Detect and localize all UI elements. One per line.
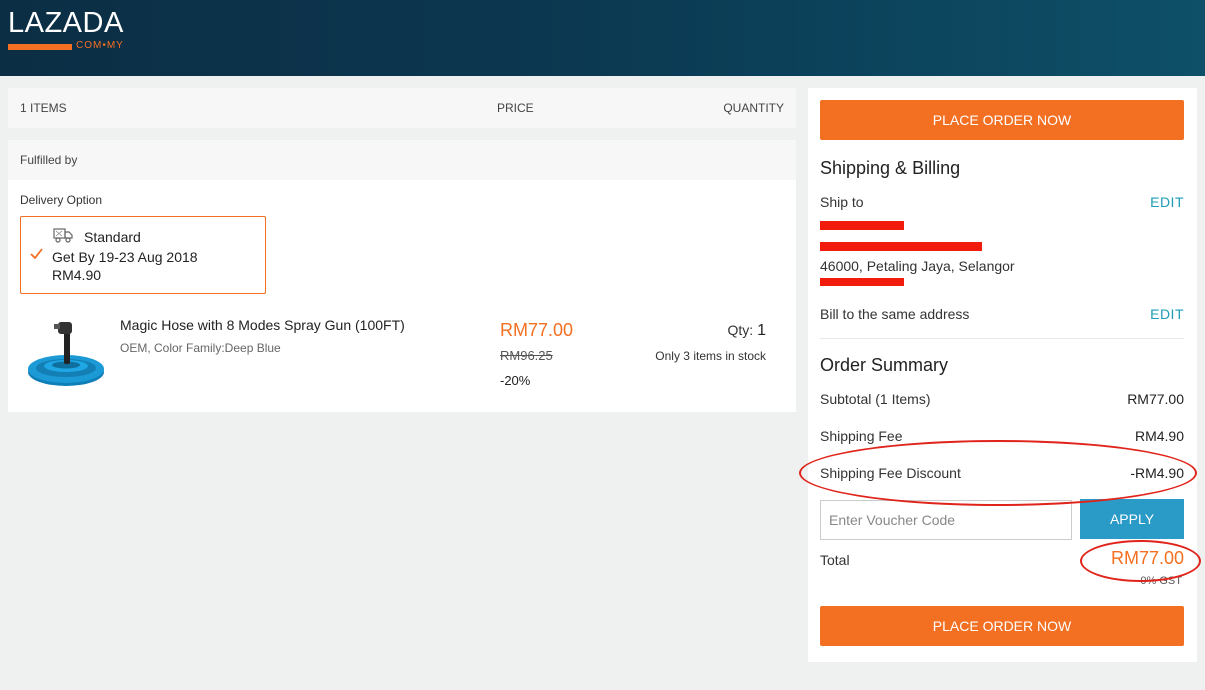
cart-header: 1 ITEMS PRICE QUANTITY (8, 88, 796, 128)
ship-to-label: Ship to (820, 194, 864, 210)
bill-same-address-label: Bill to the same address (820, 306, 970, 322)
redacted-name (820, 221, 904, 230)
order-summary-title: Order Summary (820, 355, 949, 375)
delivery-eta: Get By 19-23 Aug 2018 (52, 249, 198, 265)
quantity-display: Qty: 1 (728, 322, 766, 340)
product-variant: OEM, Color Family:Deep Blue (120, 341, 281, 355)
logo-subline: COM•MY (8, 40, 135, 51)
stock-note: Only 3 items in stock (655, 349, 766, 363)
shipping-fee-label: Shipping Fee (820, 428, 903, 444)
fulfilled-by-bar: Fulfilled by (8, 140, 796, 180)
voucher-code-input[interactable] (820, 500, 1072, 540)
qty-value: 1 (757, 322, 766, 339)
product-discount: -20% (500, 373, 531, 388)
subtotal-label: Subtotal (1 Items) (820, 391, 931, 407)
annotation-circle-total (1080, 540, 1201, 582)
redacted-phone (820, 278, 904, 286)
shipping-billing-title: Shipping & Billing (820, 158, 961, 178)
delivery-price: RM4.90 (52, 267, 102, 283)
qty-label: Qty: (727, 322, 754, 338)
product-original-price: RM96.25 (500, 348, 553, 363)
check-icon (30, 248, 43, 259)
top-bar: LAZADA COM•MY (0, 0, 1205, 76)
edit-billing-link[interactable]: EDIT (1150, 306, 1184, 322)
product-price: RM77.00 (500, 320, 574, 340)
subtotal-value: RM77.00 (1127, 391, 1184, 407)
fulfilled-by-label: Fulfilled by (20, 153, 78, 167)
items-count: 1 ITEMS (20, 101, 67, 115)
price-column-header: PRICE (497, 101, 534, 115)
cart-item-card: Delivery Option Standard Get By 19-23 Au… (8, 180, 796, 412)
annotation-circle-discount (799, 440, 1197, 506)
place-order-button-bottom[interactable]: PLACE ORDER NOW (820, 606, 1184, 646)
apply-voucher-button[interactable]: APPLY (1080, 499, 1184, 539)
truck-icon (53, 228, 73, 243)
lazada-logo[interactable]: LAZADA COM•MY (8, 7, 124, 51)
delivery-option-standard[interactable]: Standard Get By 19-23 Aug 2018 RM4.90 (20, 216, 266, 294)
logo-domain: COM•MY (76, 40, 124, 51)
delivery-option-label: Delivery Option (20, 193, 103, 207)
place-order-button-top[interactable]: PLACE ORDER NOW (820, 100, 1184, 140)
product-image[interactable] (24, 314, 110, 390)
logo-accent-bar (8, 44, 72, 50)
delivery-name: Standard (84, 229, 141, 245)
address-city: 46000, Petaling Jaya, Selangor (820, 258, 1015, 274)
quantity-column-header: QUANTITY (723, 101, 784, 115)
total-label: Total (820, 552, 850, 568)
product-name[interactable]: Magic Hose with 8 Modes Spray Gun (100FT… (120, 317, 405, 333)
logo-text: LAZADA (8, 7, 124, 39)
edit-shipping-link[interactable]: EDIT (1150, 194, 1184, 210)
section-divider (820, 338, 1184, 339)
redacted-street (820, 242, 982, 251)
shipping-fee-value: RM4.90 (1134, 428, 1184, 444)
